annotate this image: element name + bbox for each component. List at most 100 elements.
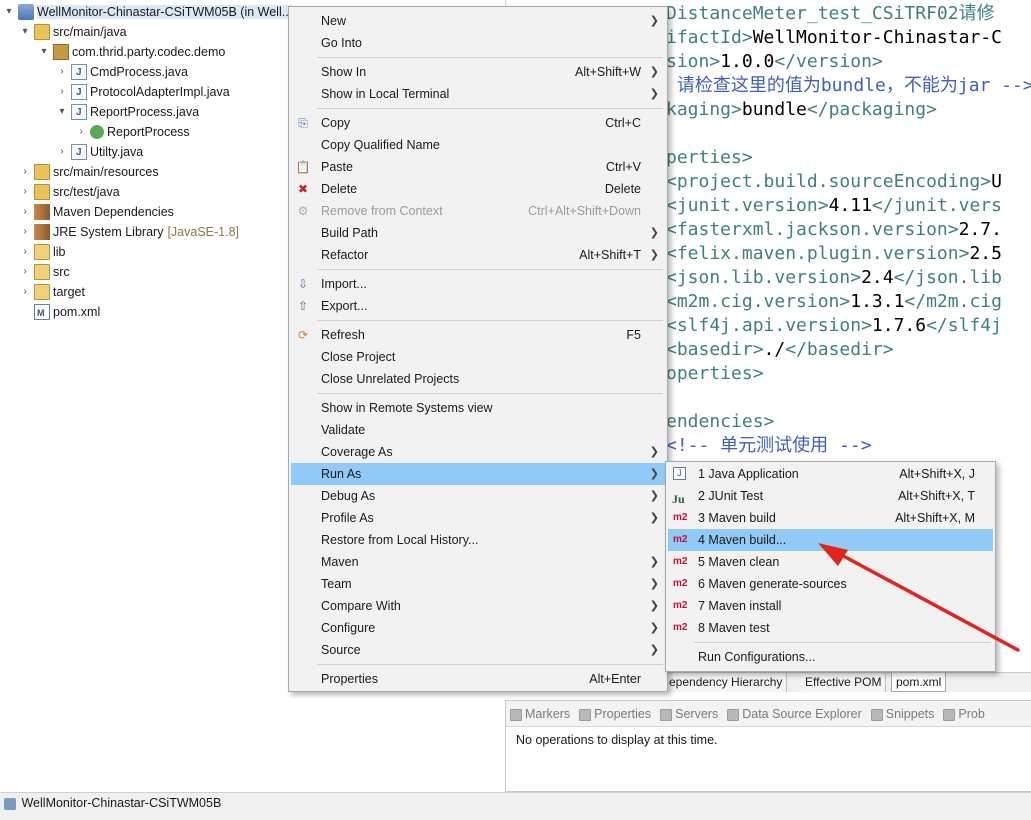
menu-item-run-as-6[interactable]: m2 6 Maven generate-sources <box>668 573 993 595</box>
menu-item-run-as-2[interactable]: Ju 2 JUnit Test Alt+Shift+X, T <box>668 485 993 507</box>
tree-item[interactable]: › src/test/java <box>18 182 120 202</box>
tree-item[interactable]: ▾ ReportProcess.java <box>55 102 200 123</box>
tree-item[interactable]: › src <box>18 262 70 282</box>
chevron-down-icon[interactable]: ▾ <box>2 2 16 22</box>
menu-item-source[interactable]: Source ❯ <box>291 639 665 661</box>
menu-item-validate[interactable]: Validate <box>291 419 665 441</box>
menu-item-show-in-remote-systems-view[interactable]: Show in Remote Systems view <box>291 397 665 419</box>
bottom-tab[interactable]: Data Source Explorer <box>723 701 867 726</box>
chevron-right-icon[interactable]: › <box>55 62 69 82</box>
menu-item-run-as-7[interactable]: m2 7 Maven install <box>668 595 993 617</box>
tree-item[interactable]: › CmdProcess.java <box>55 62 188 83</box>
source-folder-icon <box>34 23 50 40</box>
menu-item-refresh[interactable]: ⟳ Refresh F5 <box>291 324 665 346</box>
code-token: <slf4j.api.version> <box>666 315 872 336</box>
no-operations-message: No operations to display at this time. <box>516 733 718 747</box>
menu-item-team[interactable]: Team ❯ <box>291 573 665 595</box>
menu-item-configure[interactable]: Configure ❯ <box>291 617 665 639</box>
menu-item-coverage-as[interactable]: Coverage As ❯ <box>291 441 665 463</box>
menu-item-build-path[interactable]: Build Path ❯ <box>291 222 665 244</box>
menu-item-run-as-8[interactable]: m2 8 Maven test <box>668 617 993 639</box>
chevron-right-icon[interactable]: › <box>18 282 32 302</box>
menu-item-run-as-1[interactable]: J 1 Java Application Alt+Shift+X, J <box>668 463 993 485</box>
menu-item-export[interactable]: ⇧ Export... <box>291 295 665 317</box>
code-line: <slf4j.api.version>1.7.6</slf4j <box>666 314 1002 338</box>
menu-item-label: Run Configurations... <box>698 650 816 664</box>
menu-item-new[interactable]: New ❯ <box>291 10 665 32</box>
menu-item-shortcut: Alt+Shift+W <box>575 65 641 79</box>
bottom-tab[interactable]: Prob <box>939 701 989 726</box>
code-token: <json.lib.version> <box>666 267 862 288</box>
bottom-tab[interactable]: Servers <box>656 701 723 726</box>
chevron-right-icon[interactable]: › <box>74 122 88 142</box>
bottom-tab[interactable]: Markers <box>506 701 575 726</box>
chevron-right-icon[interactable]: › <box>55 82 69 102</box>
menu-item-label: Run As <box>321 467 362 481</box>
chevron-right-icon[interactable]: › <box>18 182 32 202</box>
chevron-down-icon[interactable]: ▾ <box>55 102 69 122</box>
chevron-right-icon[interactable]: › <box>18 222 32 242</box>
menu-item-delete[interactable]: ✖ Delete Delete <box>291 178 665 200</box>
menu-item-close-project[interactable]: Close Project <box>291 346 665 368</box>
tree-item[interactable]: › ProtocolAdapterImpl.java <box>55 82 229 103</box>
tree-item[interactable]: › ReportProcess <box>74 122 190 142</box>
chevron-down-icon[interactable]: ▾ <box>37 42 51 62</box>
code-token: 2.5 <box>969 243 1002 264</box>
menu-item-maven[interactable]: Maven ❯ <box>291 551 665 573</box>
editor-tab[interactable]: ependency Hierarchy <box>665 673 788 692</box>
chevron-right-icon[interactable]: › <box>55 142 69 162</box>
tree-item[interactable]: › src/main/resources <box>18 162 159 182</box>
menu-item-label: Refresh <box>321 328 365 342</box>
chevron-down-icon[interactable]: ▾ <box>18 22 32 42</box>
menu-item-debug-as[interactable]: Debug As ❯ <box>291 485 665 507</box>
menu-item-show-in[interactable]: Show In Alt+Shift+W ❯ <box>291 61 665 83</box>
tree-item[interactable]: › Maven Dependencies <box>18 202 174 222</box>
maven-launch-icon: m2 <box>673 622 688 633</box>
menu-item-label: Close Project <box>321 350 396 364</box>
menu-item-copy-qualified-name[interactable]: Copy Qualified Name <box>291 134 665 156</box>
chevron-right-icon[interactable]: › <box>18 202 32 222</box>
menu-item-copy[interactable]: ⎘ Copy Ctrl+C <box>291 112 665 134</box>
bottom-tab[interactable]: Properties <box>575 701 656 726</box>
menu-item-go-into[interactable]: Go Into <box>291 32 665 54</box>
editor-tab[interactable]: pom.xml <box>891 673 947 692</box>
tree-item[interactable]: › lib <box>18 242 66 262</box>
menu-item-refactor[interactable]: Refactor Alt+Shift+T ❯ <box>291 244 665 266</box>
menu-item-profile-as[interactable]: Profile As ❯ <box>291 507 665 529</box>
menu-item-paste[interactable]: 📋 Paste Ctrl+V <box>291 156 665 178</box>
menu-item-show-in-local-terminal[interactable]: Show in Local Terminal ❯ <box>291 83 665 105</box>
problems-icon <box>943 708 956 721</box>
code-token: bundle <box>741 99 807 120</box>
menu-item-run-as-4[interactable]: m2 4 Maven build... <box>668 529 993 551</box>
menu-item-label: Paste <box>321 160 353 174</box>
menu-item-run-configurations[interactable]: Run Configurations... <box>668 646 993 668</box>
menu-item-run-as-5[interactable]: m2 5 Maven clean <box>668 551 993 573</box>
editor-tab[interactable]: Effective POM <box>801 673 887 692</box>
tree-item[interactable]: pom.xml <box>18 302 100 323</box>
code-line: <project.build.sourceEncoding>U <box>666 170 1002 194</box>
chevron-right-icon: ❯ <box>649 446 659 458</box>
menu-item-run-as[interactable]: Run As ❯ <box>291 463 665 485</box>
tree-item[interactable]: › Utilty.java <box>55 142 143 163</box>
chevron-right-icon[interactable]: › <box>18 162 32 182</box>
bottom-tab[interactable]: Snippets <box>867 701 940 726</box>
chevron-right-icon[interactable]: › <box>18 262 32 282</box>
tree-item[interactable]: › JRE System Library [JavaSE-1.8] <box>18 222 239 242</box>
menu-item-shortcut: Delete <box>604 182 641 196</box>
menu-item-import[interactable]: ⇩ Import... <box>291 273 665 295</box>
menu-item-properties[interactable]: Properties Alt+Enter <box>291 668 665 690</box>
menu-item-compare-with[interactable]: Compare With ❯ <box>291 595 665 617</box>
menu-item-label: Show in Remote Systems view <box>321 401 493 415</box>
tree-item[interactable]: › target <box>18 282 85 302</box>
menu-item-restore-from-local-history[interactable]: Restore from Local History... <box>291 529 665 551</box>
tree-item-label: ReportProcess.java <box>90 105 200 119</box>
menu-item-run-as-3[interactable]: m2 3 Maven build Alt+Shift+X, M <box>668 507 993 529</box>
maven-launch-icon: m2 <box>673 578 688 589</box>
chevron-right-icon[interactable]: › <box>18 242 32 262</box>
java-launch-icon: J <box>673 467 686 480</box>
tree-item[interactable]: ▾ src/main/java <box>18 22 127 42</box>
menu-item-close-unrelated-projects[interactable]: Close Unrelated Projects <box>291 368 665 390</box>
tree-item[interactable]: ▾ WellMonitor-Chinastar-CSiTWM05B (in Wel… <box>2 2 293 22</box>
tree-item[interactable]: ▾ com.thrid.party.codec.demo <box>37 42 225 62</box>
run-as-submenu: J1 Java Application Alt+Shift+X, J Ju 2 JUn… <box>665 461 996 672</box>
